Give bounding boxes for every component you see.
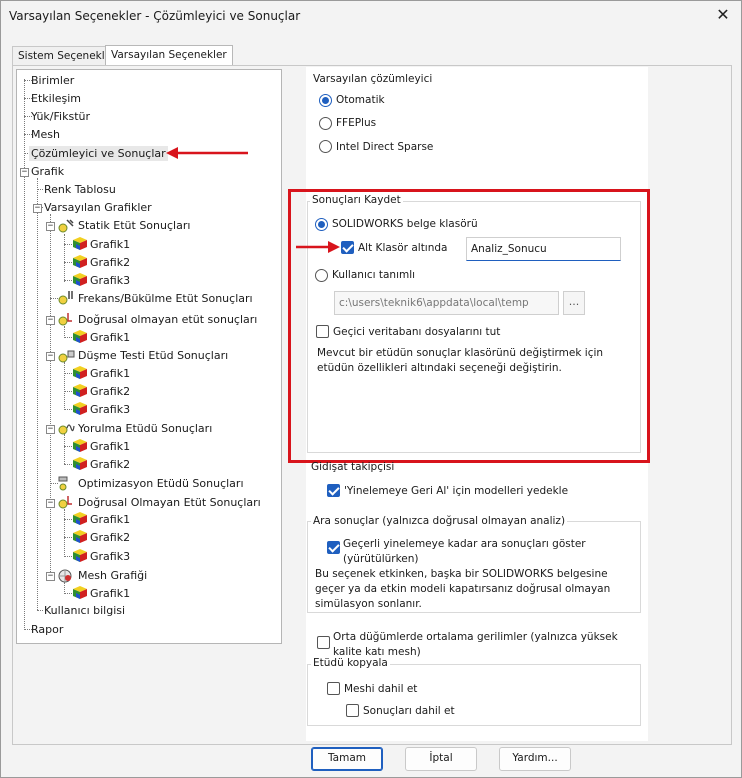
options-dialog: Varsayılan Seçenekler - Çözümleyici ve S…	[0, 0, 742, 778]
include-mesh-checkbox[interactable]	[327, 682, 340, 695]
plot-cube-icon	[73, 237, 87, 250]
intermediate-title: Ara sonuçlar (yalnızca doğrusal olmayan …	[311, 515, 568, 527]
solver-intel-radio[interactable]	[319, 140, 332, 153]
tree-item-plot[interactable]: Grafik2	[90, 384, 130, 399]
plot-cube-icon	[73, 530, 87, 543]
cancel-button[interactable]: İptal	[405, 747, 477, 771]
plot-cube-icon	[73, 457, 87, 470]
tree-item-plot[interactable]: Grafik3	[90, 273, 130, 288]
tree-item-plot[interactable]: Grafik1	[90, 586, 130, 601]
solver-auto-radio[interactable]	[319, 94, 332, 107]
optimization-study-icon	[58, 476, 68, 491]
dogrusal-olmayan-expander[interactable]: −	[46, 316, 55, 325]
fatigue-study-icon	[58, 424, 75, 435]
tree-item-plot[interactable]: Grafik1	[90, 366, 130, 381]
plot-cube-icon	[73, 384, 87, 397]
intermediate-info: Bu seçenek etkinken, başka bir SOLIDWORK…	[315, 568, 611, 610]
tree-item-plot[interactable]: Grafik1	[90, 439, 130, 454]
tree-item-renk-tablosu[interactable]: Renk Tablosu	[44, 182, 116, 197]
red-arrow-solver	[166, 147, 248, 159]
tree-item-dogrusal-olmayan[interactable]: Doğrusal olmayan etüt sonuçları	[78, 312, 257, 327]
window-title: Varsayılan Seçenekler - Çözümleyici ve S…	[9, 9, 301, 23]
tree-item-plot[interactable]: Grafik3	[90, 402, 130, 417]
tree-item-cozumleyici[interactable]: Çözümleyici ve Sonuçlar	[29, 146, 168, 161]
averaging-checkbox[interactable]	[317, 636, 330, 649]
tree-item-plot[interactable]: Grafik1	[90, 512, 130, 527]
tree-item-yorulma[interactable]: Yorulma Etüdü Sonuçları	[78, 421, 212, 436]
include-results-label: Sonuçları dahil et	[363, 705, 455, 717]
plot-cube-icon	[73, 366, 87, 379]
tree-item-plot[interactable]: Grafik1	[90, 237, 130, 252]
tree-item-varsayilan-grafikler[interactable]: Varsayılan Grafikler	[44, 200, 152, 215]
plot-cube-icon	[73, 273, 87, 286]
backup-label: 'Yinelemeye Geri Al' için modelleri yede…	[344, 485, 569, 497]
tree-item-optimizasyon[interactable]: Optimizasyon Etüdü Sonuçları	[78, 476, 244, 491]
tab-default-options[interactable]: Varsayılan Seçenekler	[105, 45, 233, 66]
yorulma-expander[interactable]: −	[46, 425, 55, 434]
title-bar: Varsayılan Seçenekler - Çözümleyici ve S…	[1, 1, 741, 31]
tree-item-birimler[interactable]: Birimler	[31, 73, 74, 88]
tree-item-frekans[interactable]: Frekans/Bükülme Etüt Sonuçları	[78, 291, 253, 306]
plot-cube-icon	[73, 586, 87, 599]
solver-group-title: Varsayılan çözümleyici	[313, 73, 433, 85]
close-button[interactable]: ✕	[706, 3, 740, 29]
drop-test-study-icon	[58, 350, 75, 363]
include-results-checkbox[interactable]	[346, 704, 359, 717]
plot-cube-icon	[73, 255, 87, 268]
static-study-icon	[58, 219, 74, 233]
solver-ffeplus-label: FFEPlus	[336, 117, 377, 129]
copy-study-title: Etüdü kopyala	[311, 657, 390, 669]
tree-item-kullanici-bilgisi[interactable]: Kullanıcı bilgisi	[44, 603, 125, 618]
plot-cube-icon	[73, 439, 87, 452]
dogrusal-olmayan2-expander[interactable]: −	[46, 499, 55, 508]
intermediate-show-label: Geçerli yinelemeye kadar ara sonuçları g…	[343, 538, 586, 565]
statik-expander[interactable]: −	[46, 222, 55, 231]
tree-item-mesh-grafigi[interactable]: Mesh Grafiği	[78, 568, 147, 583]
tracker-title: Gidişat takipçisi	[311, 461, 395, 473]
dusme-expander[interactable]: −	[46, 352, 55, 361]
include-mesh-label: Meshi dahil et	[344, 683, 418, 695]
tree-item-dusme[interactable]: Düşme Testi Etüd Sonuçları	[78, 348, 228, 363]
tree-item-statik[interactable]: Statik Etüt Sonuçları	[78, 218, 190, 233]
plot-cube-icon	[73, 402, 87, 415]
tree-item-plot[interactable]: Grafik2	[90, 530, 130, 545]
nonlinear-study-icon	[58, 313, 72, 326]
grafik-expander[interactable]: −	[20, 168, 29, 177]
mesh-grafigi-expander[interactable]: −	[46, 572, 55, 581]
varsayilan-grafikler-expander[interactable]: −	[33, 204, 42, 213]
help-button[interactable]: Yardım...	[499, 747, 571, 771]
tree-item-etkilesim[interactable]: Etkileşim	[31, 91, 81, 106]
ok-button[interactable]: Tamam	[311, 747, 383, 771]
tree-item-plot[interactable]: Grafik3	[90, 549, 130, 564]
averaging-label: Orta düğümlerde ortalama gerilimler (yal…	[333, 631, 618, 658]
frequency-study-icon	[58, 291, 73, 305]
tree-item-plot[interactable]: Grafik1	[90, 330, 130, 345]
tree-item-mesh[interactable]: Mesh	[31, 127, 60, 142]
plot-cube-icon	[73, 549, 87, 562]
tree-item-rapor[interactable]: Rapor	[31, 622, 63, 637]
tree-item-grafik[interactable]: Grafik	[31, 164, 64, 179]
red-highlight-box	[288, 189, 650, 463]
plot-cube-icon	[73, 330, 87, 343]
tree-item-dogrusal-olmayan-2[interactable]: Doğrusal Olmayan Etüt Sonuçları	[78, 495, 261, 510]
tree-item-yuk-fikstur[interactable]: Yük/Fikstür	[31, 109, 90, 124]
solver-intel-label: Intel Direct Sparse	[336, 141, 434, 153]
tree-item-plot[interactable]: Grafik2	[90, 457, 130, 472]
red-arrow-subfolder	[296, 241, 340, 253]
nonlinear2-study-icon	[58, 496, 72, 509]
intermediate-checkbox[interactable]	[327, 541, 340, 554]
mesh-plot-icon	[58, 569, 72, 583]
solver-auto-label: Otomatik	[336, 94, 385, 106]
solver-ffeplus-radio[interactable]	[319, 117, 332, 130]
backup-checkbox[interactable]	[327, 484, 340, 497]
plot-cube-icon	[73, 512, 87, 525]
tree-item-plot[interactable]: Grafik2	[90, 255, 130, 270]
